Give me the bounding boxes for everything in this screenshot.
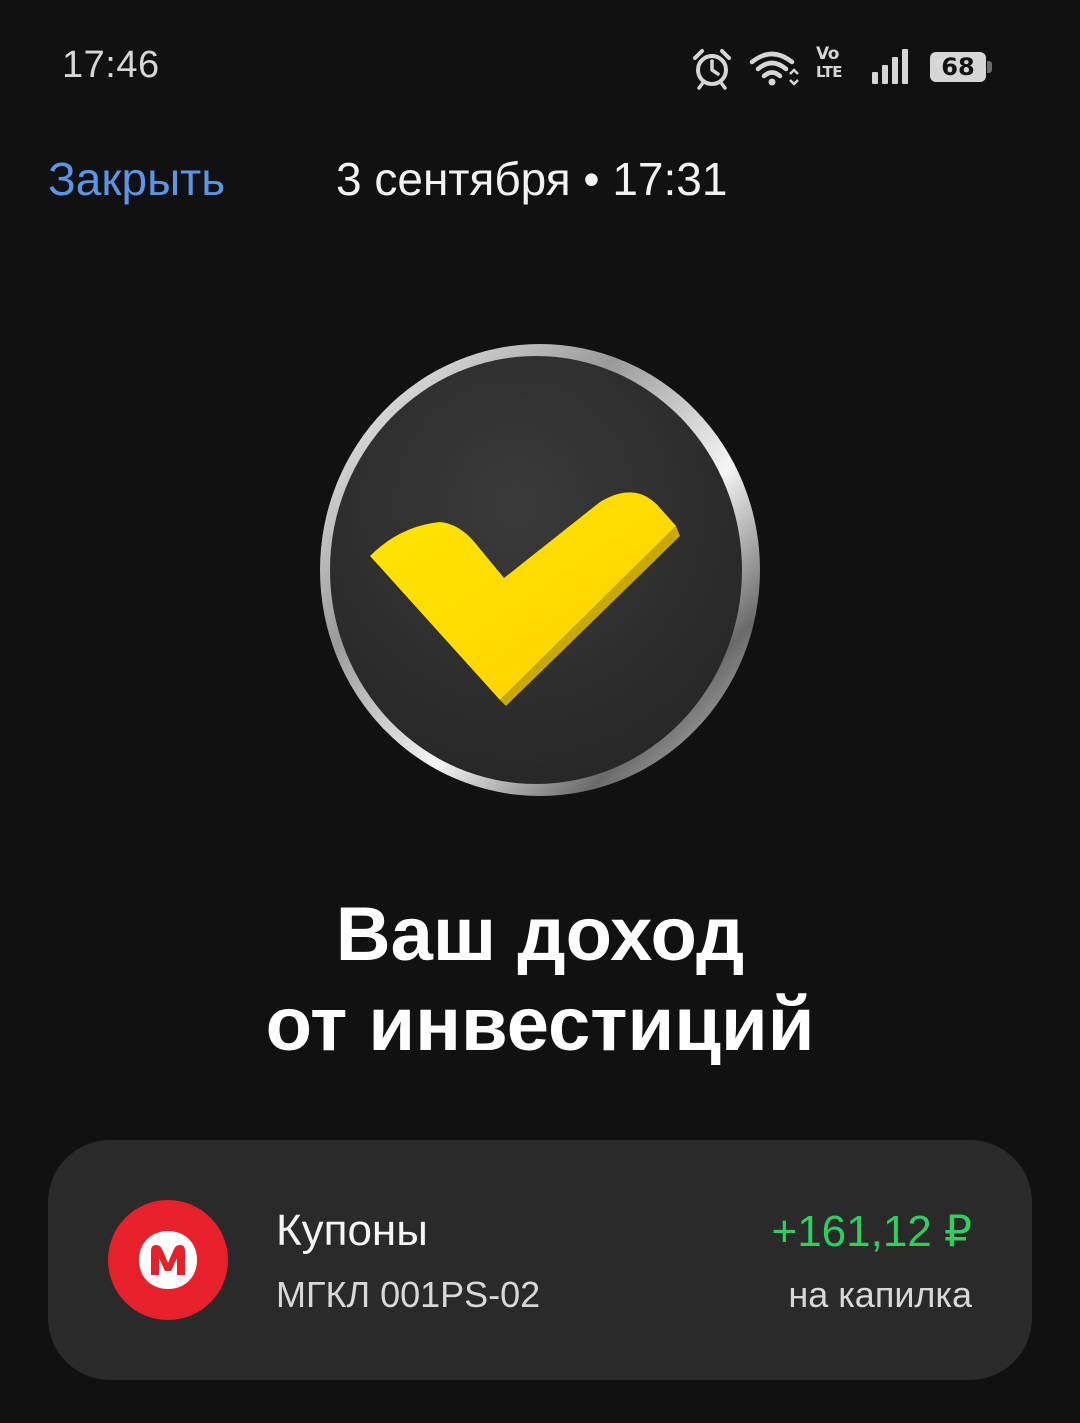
close-button[interactable]: Закрыть: [48, 152, 225, 206]
battery-icon: 68: [930, 52, 992, 82]
status-time: 17:46: [62, 44, 160, 86]
signal-icon: [872, 49, 908, 84]
page-title: Ваш доход от инвестиций: [0, 890, 1080, 1070]
income-receipt-screen: 17:46 Vo LTE 68 Закрыть 3 сентября • 17:…: [0, 0, 1080, 1423]
income-destination: на капилка: [788, 1274, 972, 1315]
page-title-line-2: от инвестиций: [265, 982, 815, 1067]
checkmark-coin-icon: [320, 344, 760, 796]
volte-icon: Vo LTE: [816, 46, 852, 86]
battery-level: 68: [930, 52, 986, 82]
wifi-icon: [749, 51, 799, 86]
income-type: Купоны: [276, 1206, 428, 1255]
status-bar: 17:46 Vo LTE 68: [0, 0, 1080, 130]
battery-cap: [987, 61, 992, 73]
operation-datetime: 3 сентября • 17:31: [336, 153, 728, 205]
alarm-icon: [693, 49, 731, 90]
issuer-m-icon: [139, 1231, 197, 1289]
issuer-logo: [108, 1200, 228, 1320]
page-title-line-1: Ваш доход: [335, 892, 745, 977]
income-amount: +161,12 ₽: [771, 1207, 973, 1256]
income-card[interactable]: Купоны МГКЛ 001PS-02 +161,12 ₽ на капилк…: [48, 1140, 1032, 1380]
volte-bottom-label: LTE: [816, 63, 843, 81]
instrument-name: МГКЛ 001PS-02: [276, 1274, 541, 1315]
volte-top-label: Vo: [816, 44, 839, 64]
